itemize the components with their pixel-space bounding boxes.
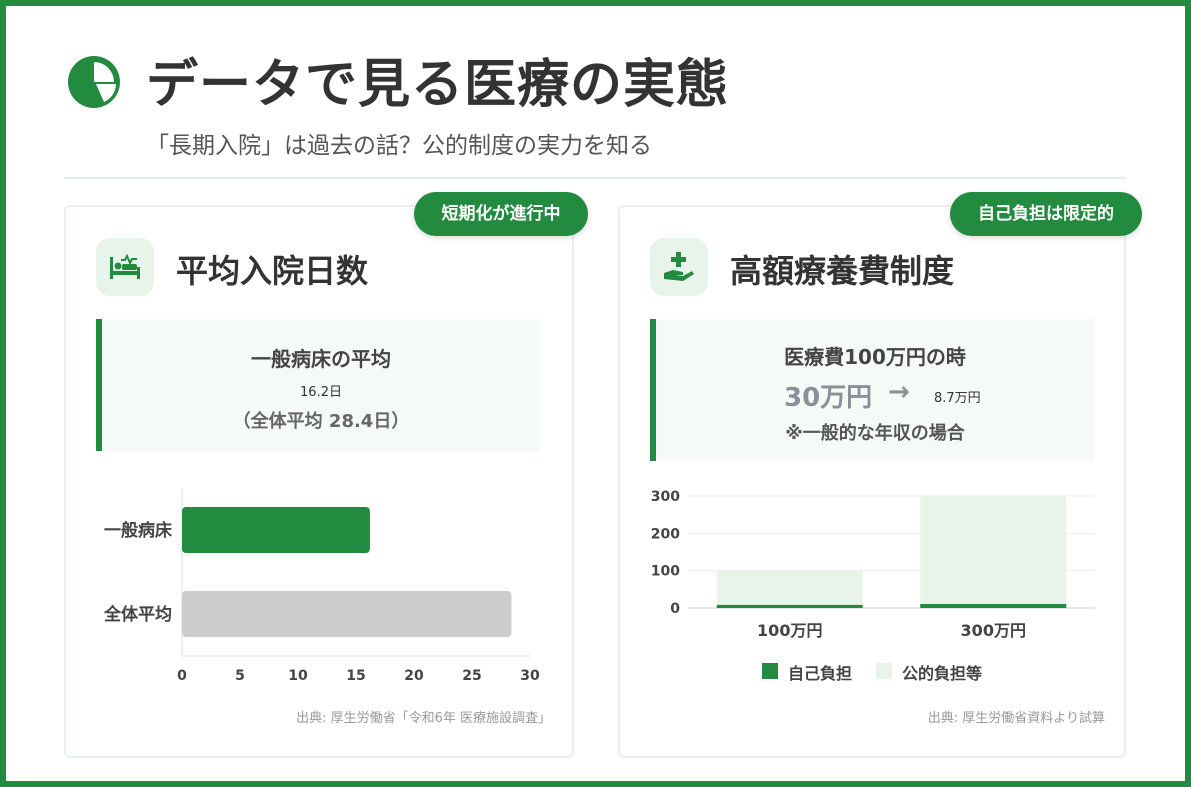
arrow-right-icon: → — [888, 377, 910, 407]
page-subtitle: 「長期入院」は過去の話？公的制度の実力を知る — [146, 133, 652, 159]
y-tick-label-2: 200 — [651, 526, 680, 542]
cost-before: 30万円 — [784, 383, 873, 413]
x-tick-label-6: 30 — [520, 668, 540, 684]
right-source-note: 出典: 厚生労働省資料より試算 — [927, 711, 1105, 726]
bar-1-series-1 — [920, 496, 1067, 604]
bar-0-series-1 — [716, 570, 863, 605]
left-source-note: 出典: 厚生労働省「令和6年 医療施設調査」 — [296, 711, 551, 726]
x-tick-label-1: 5 — [235, 668, 245, 684]
summary-overall: （全体平均 28.4日） — [232, 411, 410, 432]
legend-swatch-self — [762, 663, 778, 679]
cost-comparison: 30万円 → 8.7万円 — [656, 377, 1094, 413]
shortening-badge: 短期化が進行中 — [414, 192, 588, 236]
high-cost-summary: 医療費100万円の時 30万円 → 8.7万円 ※一般的な年収の場合 — [650, 319, 1094, 461]
bar-0 — [182, 507, 370, 553]
average-stay-bar-chart: 一般病床全体平均 0 5 10 15 20 25 30 — [103, 488, 540, 684]
summary-heading: 一般病床の平均 — [251, 347, 391, 371]
legend-label-self: 自己負担 — [788, 664, 853, 683]
average-stay-summary: 一般病床の平均 16.2日 （全体平均 28.4日） — [96, 319, 540, 451]
pie-chart-icon — [68, 56, 120, 108]
category-label-1: 全体平均 — [103, 604, 172, 625]
y-tick-label-3: 300 — [651, 489, 680, 505]
x-tick-label-5: 25 — [462, 668, 481, 684]
bar-1-series-0 — [920, 603, 1067, 608]
high-cost-title: 高額療養費制度 — [730, 252, 955, 290]
header-divider — [64, 177, 1126, 179]
category-label-0: 一般病床 — [104, 520, 173, 541]
summary-value: 16.2日 — [300, 385, 342, 400]
average-stay-title: 平均入院日数 — [176, 252, 369, 290]
y-tick-label-1: 100 — [651, 564, 680, 580]
hand-plus-icon — [650, 238, 708, 296]
category-label-0: 100万円 — [757, 621, 822, 640]
high-cost-bar-chart: 0 100 200 300 100万円 300万円 — [651, 489, 1095, 640]
x-tick-label-3: 15 — [346, 668, 365, 684]
cost-after: 8.7万円 — [934, 391, 981, 406]
x-tick-label-0: 0 — [177, 668, 187, 684]
legend-label-public: 公的負担等 — [902, 664, 983, 683]
category-label-1: 300万円 — [961, 621, 1026, 640]
bar-1 — [182, 591, 512, 637]
legend-swatch-public — [876, 663, 892, 679]
summary-heading: 医療費100万円の時 — [784, 345, 966, 369]
y-tick-label-0: 0 — [670, 601, 680, 617]
x-tick-label-2: 10 — [288, 668, 308, 684]
income-note: ※一般的な年収の場合 — [785, 423, 965, 444]
hospital-bed-icon — [96, 238, 154, 296]
bar-0-series-0 — [716, 604, 863, 608]
x-tick-label-4: 20 — [404, 668, 424, 684]
page-title: データで見る医療の実態 — [146, 55, 730, 115]
limited-burden-badge: 自己負担は限定的 — [950, 192, 1142, 236]
